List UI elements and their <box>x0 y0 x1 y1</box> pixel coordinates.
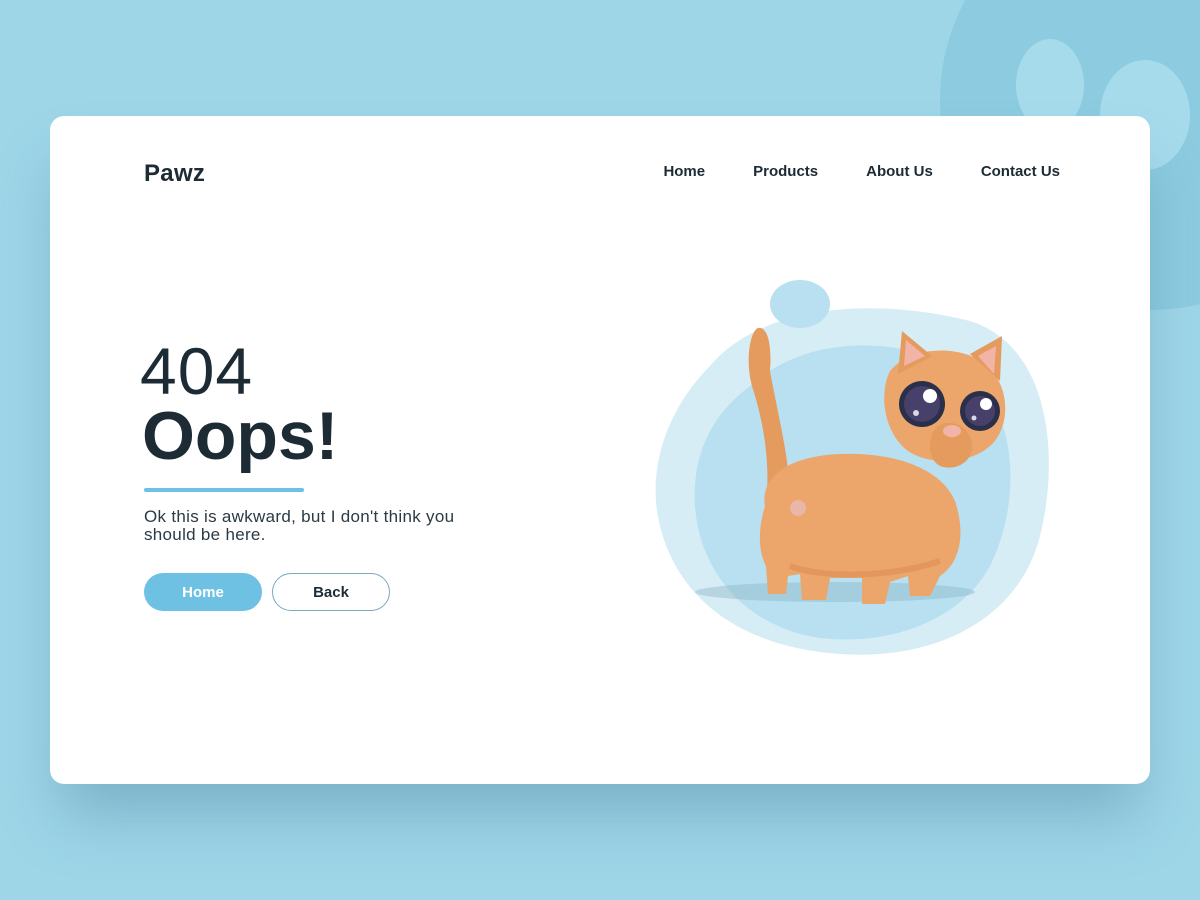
nav-item-about-us[interactable]: About Us <box>866 163 933 180</box>
cat-illustration <box>655 280 1049 655</box>
main-card: Pawz Home Products About Us Contact Us 4… <box>50 116 1150 784</box>
error-code: 404 <box>140 334 254 408</box>
headline: Oops! <box>142 398 339 474</box>
error-message: Ok this is awkward, but I don't think yo… <box>144 507 455 544</box>
nav-item-home[interactable]: Home <box>663 163 705 180</box>
main-nav: Home Products About Us Contact Us <box>663 163 1060 180</box>
brand-logo[interactable]: Pawz <box>144 160 205 188</box>
headline-underline <box>144 488 304 492</box>
nav-item-contact-us[interactable]: Contact Us <box>981 163 1060 180</box>
small-blob <box>770 280 830 328</box>
home-button[interactable]: Home <box>144 573 262 611</box>
nav-item-products[interactable]: Products <box>753 163 818 180</box>
page: Pawz Home Products About Us Contact Us 4… <box>0 0 1200 900</box>
back-button[interactable]: Back <box>272 573 390 611</box>
